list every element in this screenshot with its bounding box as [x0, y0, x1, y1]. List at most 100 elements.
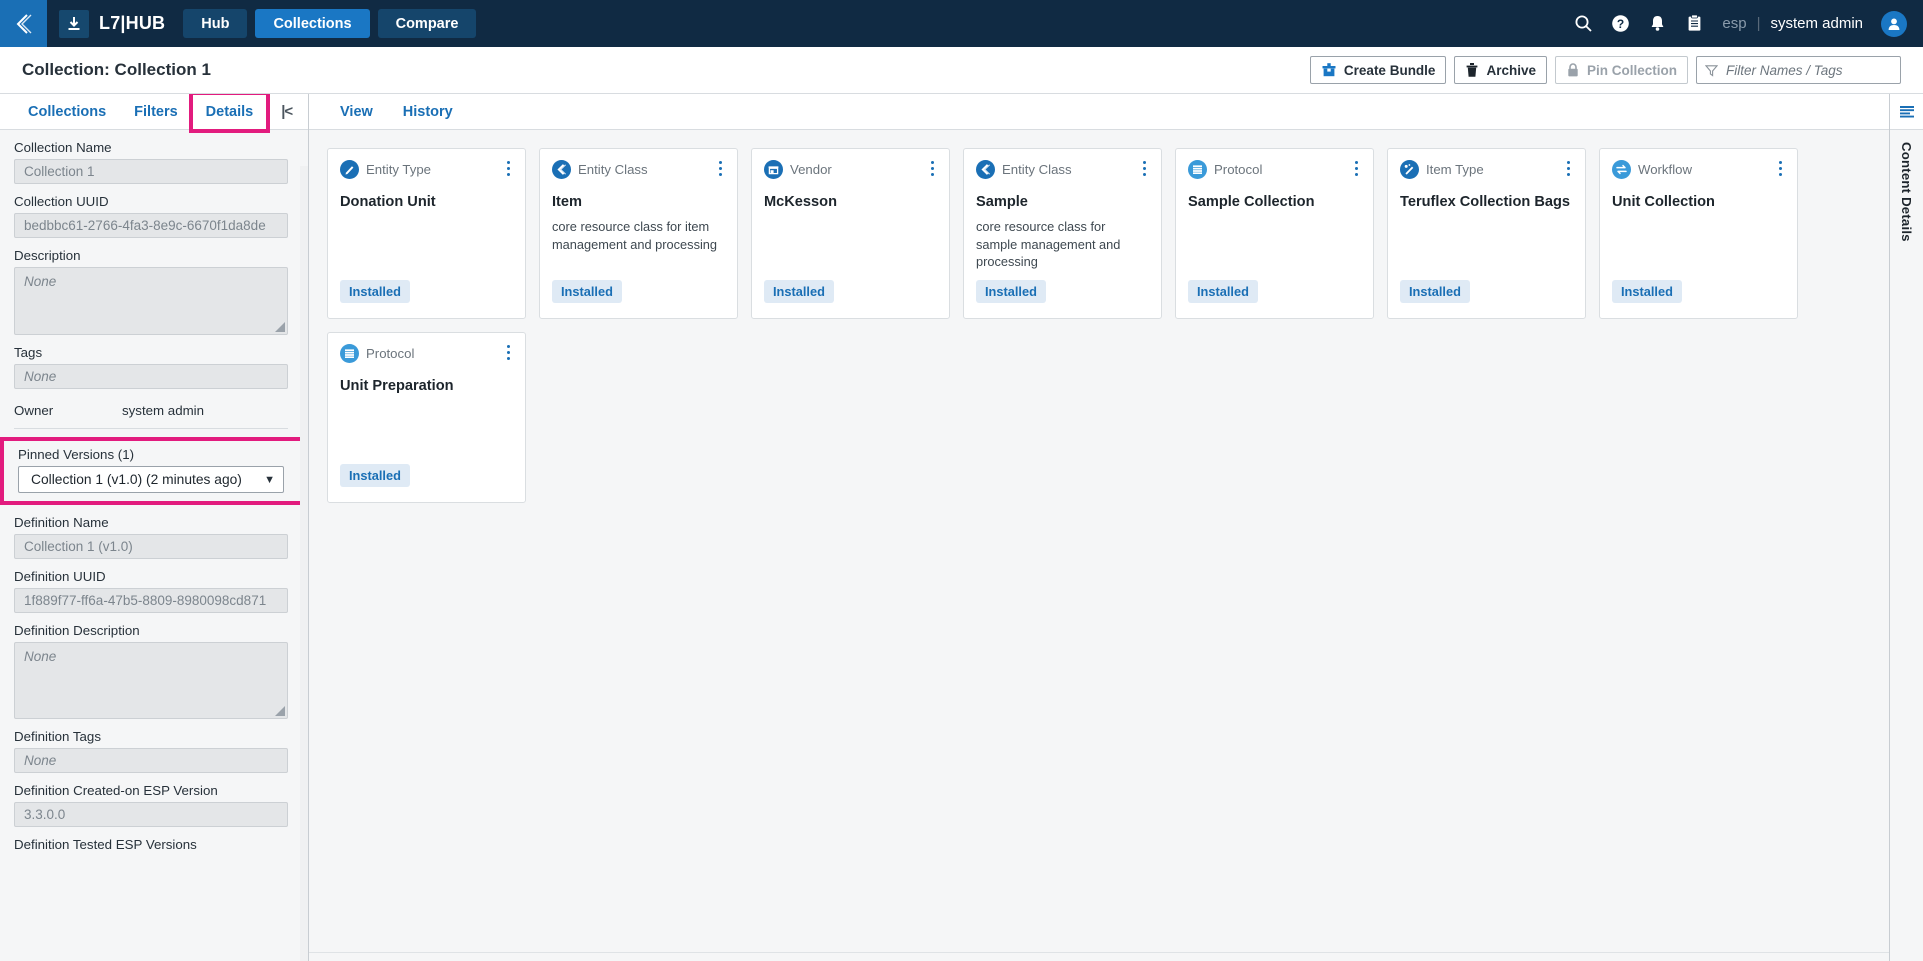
card-menu-icon[interactable]	[716, 160, 725, 179]
content-card[interactable]: Item Type Teruflex Collection Bags Insta…	[1387, 148, 1586, 319]
nav-right-group: ? esp | system admin	[1574, 10, 1923, 37]
clipboard-icon[interactable]	[1685, 14, 1704, 33]
collection-uuid-label: Collection UUID	[14, 194, 109, 209]
archive-label: Archive	[1486, 62, 1536, 78]
create-bundle-label: Create Bundle	[1343, 62, 1436, 78]
main-tabs: View History	[309, 94, 1889, 130]
back-chevron-logo[interactable]	[0, 0, 47, 47]
sync-circle-icon	[1612, 160, 1631, 179]
pin-collection-button[interactable]: Pin Collection	[1554, 56, 1688, 84]
card-menu-icon[interactable]	[1776, 160, 1785, 179]
status-badge: Installed	[340, 280, 410, 303]
filter-input[interactable]: Filter Names / Tags	[1696, 56, 1901, 84]
nav-tab-compare[interactable]: Compare	[377, 9, 477, 38]
funnel-icon	[1705, 64, 1718, 77]
definition-name-input[interactable]: Collection 1 (v1.0)	[14, 534, 288, 559]
page-title: Collection: Collection 1	[22, 60, 211, 79]
card-menu-icon[interactable]	[928, 160, 937, 179]
content-details-toggle[interactable]	[1890, 94, 1923, 130]
card-type-label: Protocol	[1214, 162, 1263, 177]
card-title: Sample Collection	[1188, 194, 1315, 210]
collapse-panel-icon[interactable]: |<	[281, 103, 293, 120]
card-title: Unit Preparation	[340, 378, 454, 394]
card-type-label: Vendor	[790, 162, 832, 177]
sidebar-form: Collection Name Collection 1 Collection …	[0, 130, 308, 961]
status-badge: Installed	[1400, 280, 1470, 303]
card-menu-icon[interactable]	[504, 160, 513, 179]
content-card[interactable]: Vendor McKesson Installed	[751, 148, 950, 319]
content-card[interactable]: Protocol Unit Preparation Installed	[327, 332, 526, 503]
card-header: Protocol	[340, 344, 513, 363]
definition-created-esp-input[interactable]: 3.3.0.0	[14, 802, 288, 827]
bundle-box-icon	[1322, 63, 1336, 77]
archive-button[interactable]: Archive	[1454, 56, 1547, 84]
collection-uuid-input[interactable]: bedbbc61-2766-4fa3-8e9c-6670f1da8de	[14, 213, 288, 238]
card-title: Item	[552, 194, 583, 210]
card-menu-icon[interactable]	[1140, 160, 1149, 179]
primary-nav-tabs: Hub Collections Compare	[183, 9, 477, 38]
content-card[interactable]: Entity Type Donation Unit Installed	[327, 148, 526, 319]
description-textarea[interactable]: None	[14, 267, 288, 335]
sidebar-tabs: Collections Filters Details |<	[0, 94, 308, 133]
card-header: Protocol	[1188, 160, 1361, 179]
sidebar-scrollbar[interactable]	[300, 166, 308, 961]
pinned-versions-section: Pinned Versions (1) Collection 1 (v1.0) …	[0, 437, 308, 505]
field-definition-tested-esp: Definition Tested ESP Versions	[0, 837, 308, 852]
nav-separator: |	[1756, 15, 1761, 32]
definition-description-textarea[interactable]: None	[14, 642, 288, 719]
definition-uuid-input[interactable]: 1f889f77-ff6a-47b5-8809-8980098cd871	[14, 588, 288, 613]
content-card[interactable]: Entity Class Item core resource class fo…	[539, 148, 738, 319]
definition-tags-input[interactable]: None	[14, 748, 288, 773]
cards-grid: Entity Type Donation Unit Installed Enti…	[309, 130, 1889, 961]
notification-bell-icon[interactable]	[1648, 14, 1667, 33]
card-type-label: Entity Class	[578, 162, 648, 177]
nav-tab-collections[interactable]: Collections	[255, 9, 370, 38]
card-title: Teruflex Collection Bags	[1400, 194, 1571, 210]
chevron-down-icon: ▼	[264, 473, 275, 486]
card-menu-icon[interactable]	[1352, 160, 1361, 179]
definition-uuid-label: Definition UUID	[14, 569, 106, 584]
tab-view[interactable]: View	[327, 94, 386, 130]
tab-history[interactable]: History	[390, 94, 466, 130]
sidebar-tab-details[interactable]: Details	[188, 94, 271, 133]
download-button[interactable]	[59, 9, 89, 38]
field-description: Description None	[0, 248, 308, 335]
download-icon	[68, 16, 80, 30]
field-definition-description: Definition Description None	[0, 623, 308, 719]
description-label: Description	[14, 248, 81, 263]
search-icon[interactable]	[1574, 14, 1593, 33]
horizontal-scrollbar[interactable]	[309, 952, 1889, 961]
brand-group: L7|HUB	[59, 9, 165, 38]
content-card[interactable]: Protocol Sample Collection Installed	[1175, 148, 1374, 319]
field-definition-tags: Definition Tags None	[0, 729, 308, 773]
help-icon[interactable]: ?	[1611, 14, 1630, 33]
content-card[interactable]: Entity Class Sample core resource class …	[963, 148, 1162, 319]
tags-label: Tags	[14, 345, 43, 360]
card-menu-icon[interactable]	[504, 344, 513, 363]
definition-created-esp-label: Definition Created-on ESP Version	[14, 783, 218, 798]
card-header: Workflow	[1612, 160, 1785, 179]
collection-name-input[interactable]: Collection 1	[14, 159, 288, 184]
chevron-circle-icon	[552, 160, 571, 179]
content-card[interactable]: Workflow Unit Collection Installed	[1599, 148, 1798, 319]
content-details-rail: Content Details	[1889, 94, 1923, 961]
top-navigation-bar: L7|HUB Hub Collections Compare ? esp | s…	[0, 0, 1923, 47]
tags-input[interactable]: None	[14, 364, 288, 389]
nav-tab-hub[interactable]: Hub	[183, 9, 248, 38]
pencil-circle-icon	[340, 160, 359, 179]
card-header: Entity Class	[552, 160, 725, 179]
card-menu-icon[interactable]	[1564, 160, 1573, 179]
tenant-label: esp	[1722, 15, 1747, 32]
card-title: McKesson	[764, 194, 837, 210]
pinned-version-select[interactable]: Collection 1 (v1.0) (2 minutes ago) ▼	[18, 466, 284, 493]
owner-row: Owner system admin	[0, 403, 308, 418]
sidebar-tab-filters[interactable]: Filters	[120, 94, 192, 130]
avatar[interactable]	[1881, 10, 1907, 37]
status-badge: Installed	[1188, 280, 1258, 303]
definition-description-label: Definition Description	[14, 623, 140, 638]
create-bundle-button[interactable]: Create Bundle	[1309, 56, 1447, 84]
card-header: Entity Class	[976, 160, 1149, 179]
details-sidebar: Collections Filters Details |< Collectio…	[0, 94, 309, 961]
sidebar-tab-collections[interactable]: Collections	[14, 94, 120, 130]
chevron-circle-icon	[976, 160, 995, 179]
